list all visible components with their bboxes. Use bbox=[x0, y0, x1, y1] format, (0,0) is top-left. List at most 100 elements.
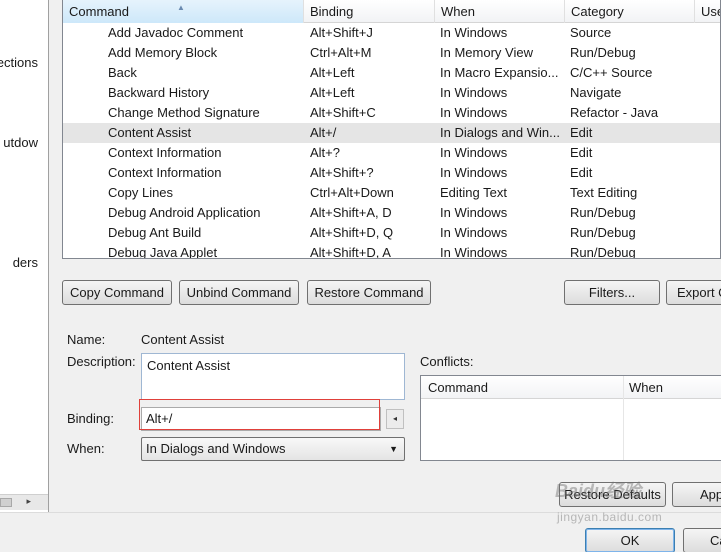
description-value: Content Assist bbox=[147, 358, 231, 373]
table-row[interactable]: Backward History Alt+Left In Windows Naviga… bbox=[63, 83, 720, 103]
command-cell: Context Information bbox=[108, 165, 222, 180]
conflicts-label: Conflicts: bbox=[420, 354, 474, 369]
binding-cell: Alt+Shift+A, D bbox=[310, 205, 392, 220]
restore-defaults-button[interactable]: Restore Defaults bbox=[559, 482, 666, 507]
command-cell: Add Memory Block bbox=[108, 45, 218, 60]
scrollbar-thumb[interactable] bbox=[0, 498, 12, 507]
export-csv-button[interactable]: Export C bbox=[666, 280, 721, 305]
column-header-when[interactable]: When bbox=[435, 0, 565, 23]
column-divider bbox=[623, 376, 624, 460]
table-header: ▲ Command Binding When Category Use bbox=[63, 0, 720, 23]
conflicts-table-header: Command When bbox=[421, 376, 721, 399]
column-header-user[interactable]: Use bbox=[695, 0, 720, 23]
table-row[interactable]: Change Method Signature Alt+Shift+C In Win… bbox=[63, 103, 720, 123]
binding-cell: Alt+Shift+D, Q bbox=[310, 225, 394, 240]
command-cell: Backward History bbox=[108, 85, 210, 100]
cancel-button[interactable]: Ca bbox=[683, 528, 721, 552]
column-header-category[interactable]: Category bbox=[565, 0, 695, 23]
when-cell: In Windows bbox=[440, 25, 508, 40]
binding-label: Binding: bbox=[67, 411, 114, 426]
apply-button[interactable]: App bbox=[672, 482, 721, 507]
when-cell: Editing Text bbox=[440, 185, 507, 200]
category-cell: Run/Debug bbox=[570, 225, 636, 240]
description-label: Description: bbox=[67, 354, 136, 369]
table-row[interactable]: Debug Android Application Alt+Shift+A, D I… bbox=[63, 203, 720, 223]
when-cell: In Macro Expansio... bbox=[440, 65, 559, 80]
dialog-button-bar: OK Ca bbox=[0, 512, 721, 552]
when-cell: In Memory View bbox=[440, 45, 533, 60]
command-cell: Content Assist bbox=[108, 125, 192, 140]
chevron-down-icon: ▼ bbox=[389, 444, 398, 454]
category-cell: Run/Debug bbox=[570, 45, 636, 60]
category-cell: Text Editing bbox=[570, 185, 638, 200]
command-cell: Debug Java Applet bbox=[108, 245, 218, 259]
when-cell: In Windows bbox=[440, 85, 508, 100]
name-value: Content Assist bbox=[141, 332, 225, 347]
conflicts-column-when[interactable]: When bbox=[629, 380, 663, 395]
command-cell: Back bbox=[108, 65, 137, 80]
table-row[interactable]: Context Information Alt+? In Windows Edit bbox=[63, 143, 720, 163]
command-cell: Debug Ant Build bbox=[108, 225, 202, 240]
table-row[interactable]: Add Memory Block Ctrl+Alt+M In Memory View… bbox=[63, 43, 720, 63]
category-cell: Edit bbox=[570, 145, 593, 160]
binding-cell: Alt+Shift+C bbox=[310, 105, 376, 120]
copy-command-button[interactable]: Copy Command bbox=[62, 280, 172, 305]
left-tree-item[interactable]: ections bbox=[0, 55, 38, 70]
binding-menu-arrow-icon[interactable]: ◂ bbox=[386, 409, 404, 429]
sort-ascending-icon: ▲ bbox=[177, 3, 185, 12]
when-cell: In Windows bbox=[440, 245, 508, 259]
highlight-annotation-box bbox=[139, 399, 380, 430]
when-cell: In Windows bbox=[440, 205, 508, 220]
horizontal-scrollbar[interactable]: ▸ bbox=[0, 494, 48, 510]
name-label: Name: bbox=[67, 332, 106, 347]
category-cell: Edit bbox=[570, 125, 593, 140]
category-cell: Edit bbox=[570, 165, 593, 180]
table-row[interactable]: Context Information Alt+Shift+? In Windows… bbox=[63, 163, 720, 183]
when-cell: In Windows bbox=[440, 225, 508, 240]
command-cell: Add Javadoc Comment bbox=[108, 25, 244, 40]
when-cell: In Windows bbox=[440, 145, 508, 160]
when-dropdown[interactable]: In Dialogs and Windows ▼ bbox=[141, 437, 405, 461]
table-row[interactable]: Debug Java Applet Alt+Shift+D, A In Window… bbox=[63, 243, 720, 259]
table-row[interactable]: Debug Ant Build Alt+Shift+D, Q In Windows R… bbox=[63, 223, 720, 243]
scroll-right-arrow-icon[interactable]: ▸ bbox=[26, 496, 31, 507]
filters-button[interactable]: Filters... bbox=[564, 280, 660, 305]
binding-cell: Alt+/ bbox=[310, 125, 337, 140]
table-row[interactable]: Back Alt+Left In Macro Expansio... C/C++ So… bbox=[63, 63, 720, 83]
column-header-command[interactable]: ▲ Command bbox=[63, 0, 304, 23]
table-row[interactable]: Add Javadoc Comment Alt+Shift+J In Windows… bbox=[63, 23, 720, 43]
binding-cell: Alt+Left bbox=[310, 65, 355, 80]
description-field[interactable]: Content Assist bbox=[141, 353, 405, 400]
table-row[interactable]: Content Assist Alt+/ In Dialogs and Win...… bbox=[63, 123, 720, 143]
keys-table[interactable]: ▲ Command Binding When Category Use Add … bbox=[62, 0, 721, 259]
restore-command-button[interactable]: Restore Command bbox=[307, 280, 431, 305]
binding-cell: Alt+Left bbox=[310, 85, 355, 100]
command-cell: Change Method Signature bbox=[108, 105, 260, 120]
command-cell: Context Information bbox=[108, 145, 222, 160]
when-label: When: bbox=[67, 441, 105, 456]
category-cell: Source bbox=[570, 25, 612, 40]
binding-cell: Ctrl+Alt+M bbox=[310, 45, 372, 60]
binding-cell: Alt+Shift+? bbox=[310, 165, 374, 180]
left-tree-item[interactable]: utdow bbox=[3, 135, 38, 150]
binding-cell: Alt+? bbox=[310, 145, 340, 160]
category-cell: Run/Debug bbox=[570, 245, 636, 259]
command-cell: Debug Android Application bbox=[108, 205, 261, 220]
left-tree-item[interactable]: ders bbox=[13, 255, 38, 270]
category-cell: Refactor - Java bbox=[570, 105, 659, 120]
category-cell: C/C++ Source bbox=[570, 65, 653, 80]
left-tree-pane[interactable]: ections utdow ders ▸ bbox=[0, 0, 49, 512]
ok-button[interactable]: OK bbox=[585, 528, 675, 552]
when-cell: In Windows bbox=[440, 105, 508, 120]
conflicts-table[interactable]: Command When bbox=[420, 375, 721, 461]
binding-cell: Ctrl+Alt+Down bbox=[310, 185, 394, 200]
table-row[interactable]: Copy Lines Ctrl+Alt+Down Editing Text Text … bbox=[63, 183, 720, 203]
unbind-command-button[interactable]: Unbind Command bbox=[179, 280, 299, 305]
command-cell: Copy Lines bbox=[108, 185, 174, 200]
column-header-binding[interactable]: Binding bbox=[304, 0, 435, 23]
conflicts-column-command[interactable]: Command bbox=[428, 380, 488, 395]
when-cell: In Dialogs and Win... bbox=[440, 125, 560, 140]
category-cell: Navigate bbox=[570, 85, 622, 100]
when-selected-value: In Dialogs and Windows bbox=[146, 441, 286, 456]
binding-cell: Alt+Shift+D, A bbox=[310, 245, 391, 259]
